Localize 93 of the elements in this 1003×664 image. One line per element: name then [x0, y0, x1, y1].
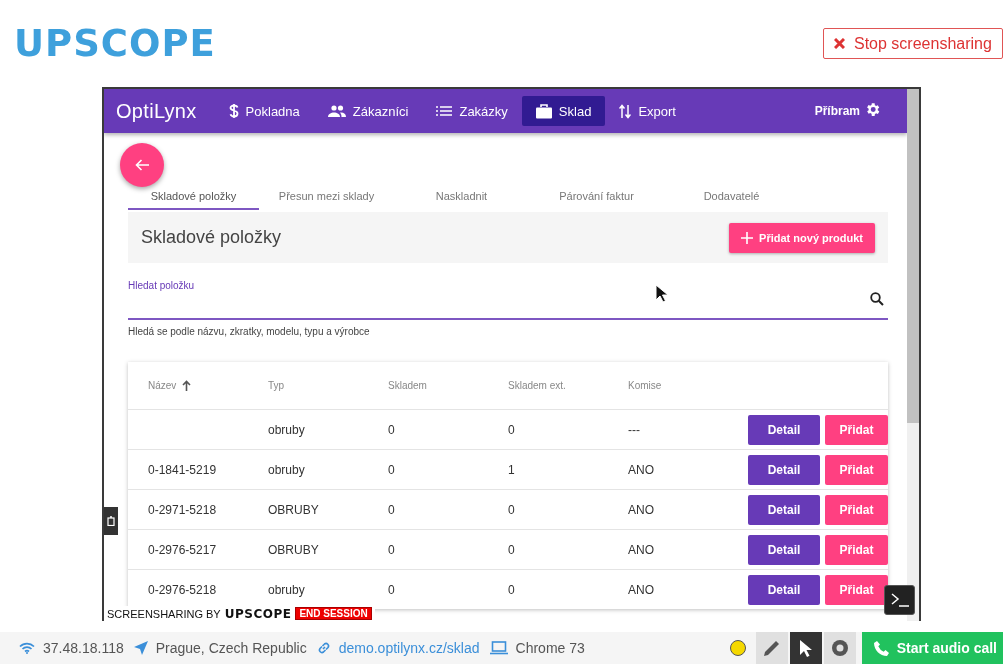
add-button[interactable]: Přidat: [825, 454, 888, 485]
scrollbar[interactable]: [907, 89, 919, 621]
add-button[interactable]: Přidat: [825, 494, 888, 525]
table-cell: 0-2971-5218: [148, 502, 217, 517]
column-header[interactable]: Název: [148, 379, 192, 392]
link-icon: [316, 641, 331, 655]
dollar-icon: [228, 103, 239, 119]
side-tab[interactable]: [104, 507, 118, 535]
plus-icon: [741, 231, 754, 244]
back-arrow-icon: [135, 159, 149, 171]
record-icon: [830, 639, 849, 657]
detail-button[interactable]: Detail: [748, 574, 820, 605]
column-header[interactable]: Komise: [628, 380, 662, 391]
table-cell: 0: [508, 542, 515, 557]
pointer-tool-button[interactable]: [789, 632, 822, 664]
table-cell: 0-1841-5219: [148, 462, 217, 477]
table-cell: 1: [508, 462, 515, 477]
laptop-icon: [489, 641, 508, 655]
tab[interactable]: Naskladnit: [394, 188, 529, 210]
add-product-button[interactable]: Přidat nový produkt: [729, 222, 875, 253]
detail-button[interactable]: Detail: [748, 454, 820, 485]
table-cell: 0: [388, 502, 395, 517]
table-cell: ANO: [628, 462, 654, 477]
optilynx-logo: OptiLynx: [116, 99, 197, 123]
add-button[interactable]: Přidat: [825, 574, 888, 605]
settings-icon[interactable]: [864, 101, 881, 118]
table-cell: 0: [508, 582, 515, 597]
tab[interactable]: Skladové položky: [128, 188, 259, 210]
nav-item[interactable]: Pokladna: [214, 96, 314, 126]
table-cell: ---: [628, 422, 640, 437]
stop-screensharing-button[interactable]: Stop screensharing: [823, 28, 1003, 59]
table-cell: 0: [388, 582, 395, 597]
list-icon: [436, 106, 453, 116]
briefcase-icon: [535, 103, 552, 119]
nav-item[interactable]: Sklad: [521, 96, 606, 126]
tab[interactable]: Dodavatelé: [664, 188, 799, 210]
close-icon: [834, 38, 845, 49]
table-cell: obruby: [268, 422, 305, 437]
tab[interactable]: Přesun mezi sklady: [259, 188, 394, 210]
browser-name: Chrome 73: [515, 640, 585, 656]
end-session-button[interactable]: END SESSION: [295, 607, 372, 620]
ip-address: 37.48.18.118: [43, 640, 124, 656]
add-button[interactable]: Přidat: [825, 534, 888, 565]
table-cell: 0: [508, 502, 515, 517]
table-cell: 0-2976-5217: [148, 542, 217, 557]
tab[interactable]: Párování faktur: [529, 188, 664, 210]
table-cell: 0: [508, 422, 515, 437]
nav-item[interactable]: Export: [605, 96, 690, 126]
banner-text: SCREENSHARING BY: [107, 607, 221, 620]
table-cell: 0: [388, 462, 395, 477]
search-field[interactable]: Hledat položku: [128, 275, 888, 320]
record-tool-button[interactable]: [823, 632, 856, 664]
column-header[interactable]: Skladem ext.: [508, 380, 566, 391]
location-text: Prague, Czech Republic: [155, 640, 307, 656]
panel-title: Skladové položky: [141, 227, 282, 248]
table-cell: obruby: [268, 582, 305, 597]
pointer-icon: [799, 638, 813, 658]
swap-arrows-icon: [619, 103, 632, 119]
column-header[interactable]: Typ: [268, 380, 285, 391]
pencil-tool-button[interactable]: [755, 632, 788, 664]
clipboard-icon: [107, 516, 115, 526]
detail-button[interactable]: Detail: [748, 414, 820, 445]
detail-button[interactable]: Detail: [748, 494, 820, 525]
upscope-logo: UPSCOPE: [14, 22, 216, 65]
nav-item[interactable]: Zákazníci: [313, 96, 423, 126]
sort-arrow-icon[interactable]: [182, 380, 192, 392]
table-cell: 0: [388, 422, 395, 437]
table-cell: OBRUBY: [268, 542, 319, 557]
table-cell: OBRUBY: [268, 502, 319, 517]
table-cell: obruby: [268, 462, 305, 477]
table-cell: ANO: [628, 542, 654, 557]
mouse-cursor-icon: [655, 284, 668, 303]
add-button[interactable]: Přidat: [825, 414, 888, 445]
table-cell: ANO: [628, 502, 654, 517]
navigation-arrow-icon: [133, 641, 148, 655]
search-hint: Hledá se podle názvu, zkratky, modelu, typu a výrobce: [128, 326, 371, 337]
upscope-logo: UPSCOPE: [224, 606, 292, 621]
search-icon[interactable]: [870, 292, 884, 306]
page-link[interactable]: demo.optilynx.cz/sklad: [338, 640, 480, 656]
phone-icon: [873, 640, 889, 656]
table-cell: 0-2976-5218: [148, 582, 217, 597]
wifi-icon: [19, 642, 35, 654]
pencil-icon: [762, 639, 781, 657]
back-button[interactable]: [120, 143, 164, 187]
table-cell: 0: [388, 542, 395, 557]
detail-button[interactable]: Detail: [748, 534, 820, 565]
terminal-icon: [890, 593, 909, 607]
table-cell: ANO: [628, 582, 654, 597]
nav-item[interactable]: Zakázky: [422, 96, 522, 126]
column-header[interactable]: Skladem: [388, 380, 427, 391]
terminal-button[interactable]: [884, 585, 915, 615]
location-label: Příbram: [814, 104, 860, 118]
people-icon: [327, 105, 346, 117]
